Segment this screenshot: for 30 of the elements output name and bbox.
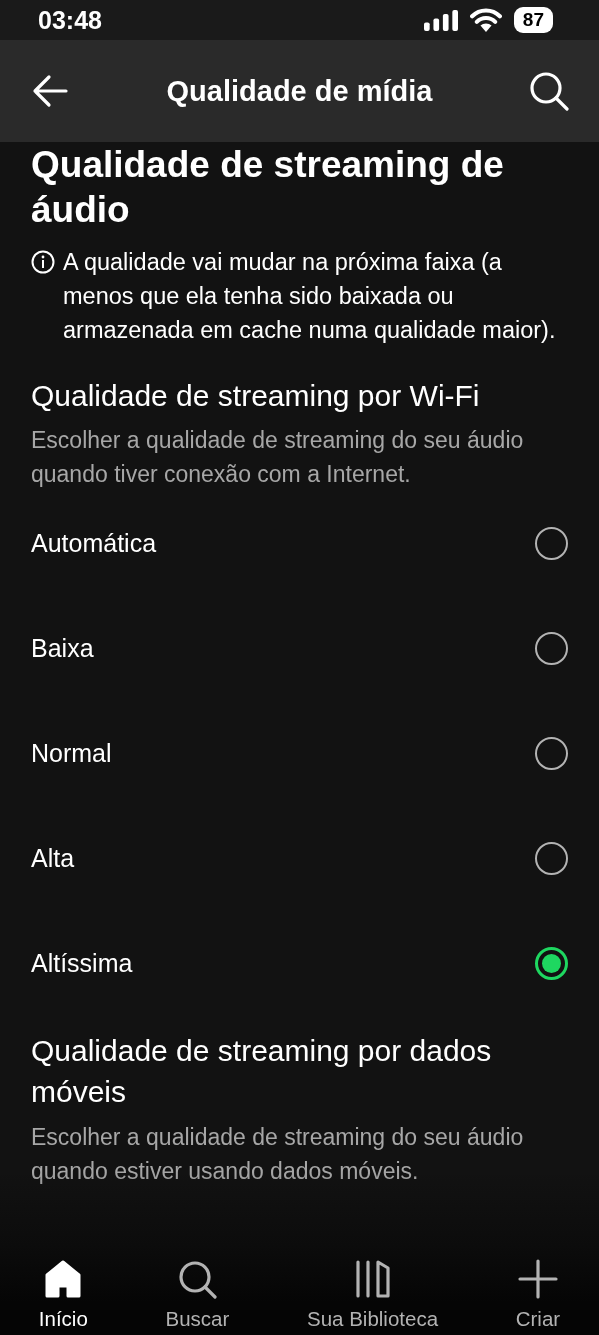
radio-button[interactable] xyxy=(535,527,568,560)
battery-indicator: 87 xyxy=(513,7,553,33)
info-text: A qualidade vai mudar na próxima faixa (a menos que ela tenha sido baixada ou armazenada em cache numa qualidade maior). xyxy=(63,248,557,345)
page-title: Qualidade de mídia xyxy=(166,74,433,108)
group-title: Qualidade de streaming por dados móveis xyxy=(31,1033,493,1110)
option-label: Automática xyxy=(31,529,157,558)
option-label: Altíssima xyxy=(31,949,133,978)
option-label: Normal xyxy=(31,739,112,768)
nav-tab[interactable]: Início xyxy=(38,1259,88,1331)
section-title: Qualidade de streaming de áudio xyxy=(31,143,505,232)
search-icon[interactable] xyxy=(529,71,569,111)
signal-icon xyxy=(423,9,458,31)
plus-icon xyxy=(517,1259,558,1299)
option-label: Baixa xyxy=(31,634,94,663)
radio-button[interactable] xyxy=(535,947,568,980)
status-time: 03:48 xyxy=(38,5,102,35)
radio-button[interactable] xyxy=(535,632,568,665)
home-icon xyxy=(43,1259,84,1299)
nav-tab[interactable]: Criar xyxy=(515,1259,561,1331)
radio-button[interactable] xyxy=(535,842,568,875)
group-description: Escolher a qualidade de streaming do seu áudio quando estiver usando dados móveis. xyxy=(31,1123,525,1186)
radio-button[interactable] xyxy=(535,737,568,770)
wifi-icon xyxy=(469,8,502,32)
nav-tab[interactable]: Buscar xyxy=(165,1259,230,1331)
info-icon xyxy=(31,250,55,274)
option-label: Alta xyxy=(31,844,75,873)
group-description: Escolher a qualidade de streaming do seu áudio quando tiver conexão com a Internet. xyxy=(31,426,525,489)
search-icon xyxy=(177,1259,218,1299)
group-title: Qualidade de streaming por Wi-Fi xyxy=(31,378,481,414)
nav-tab[interactable]: Sua Biblioteca xyxy=(307,1259,439,1331)
